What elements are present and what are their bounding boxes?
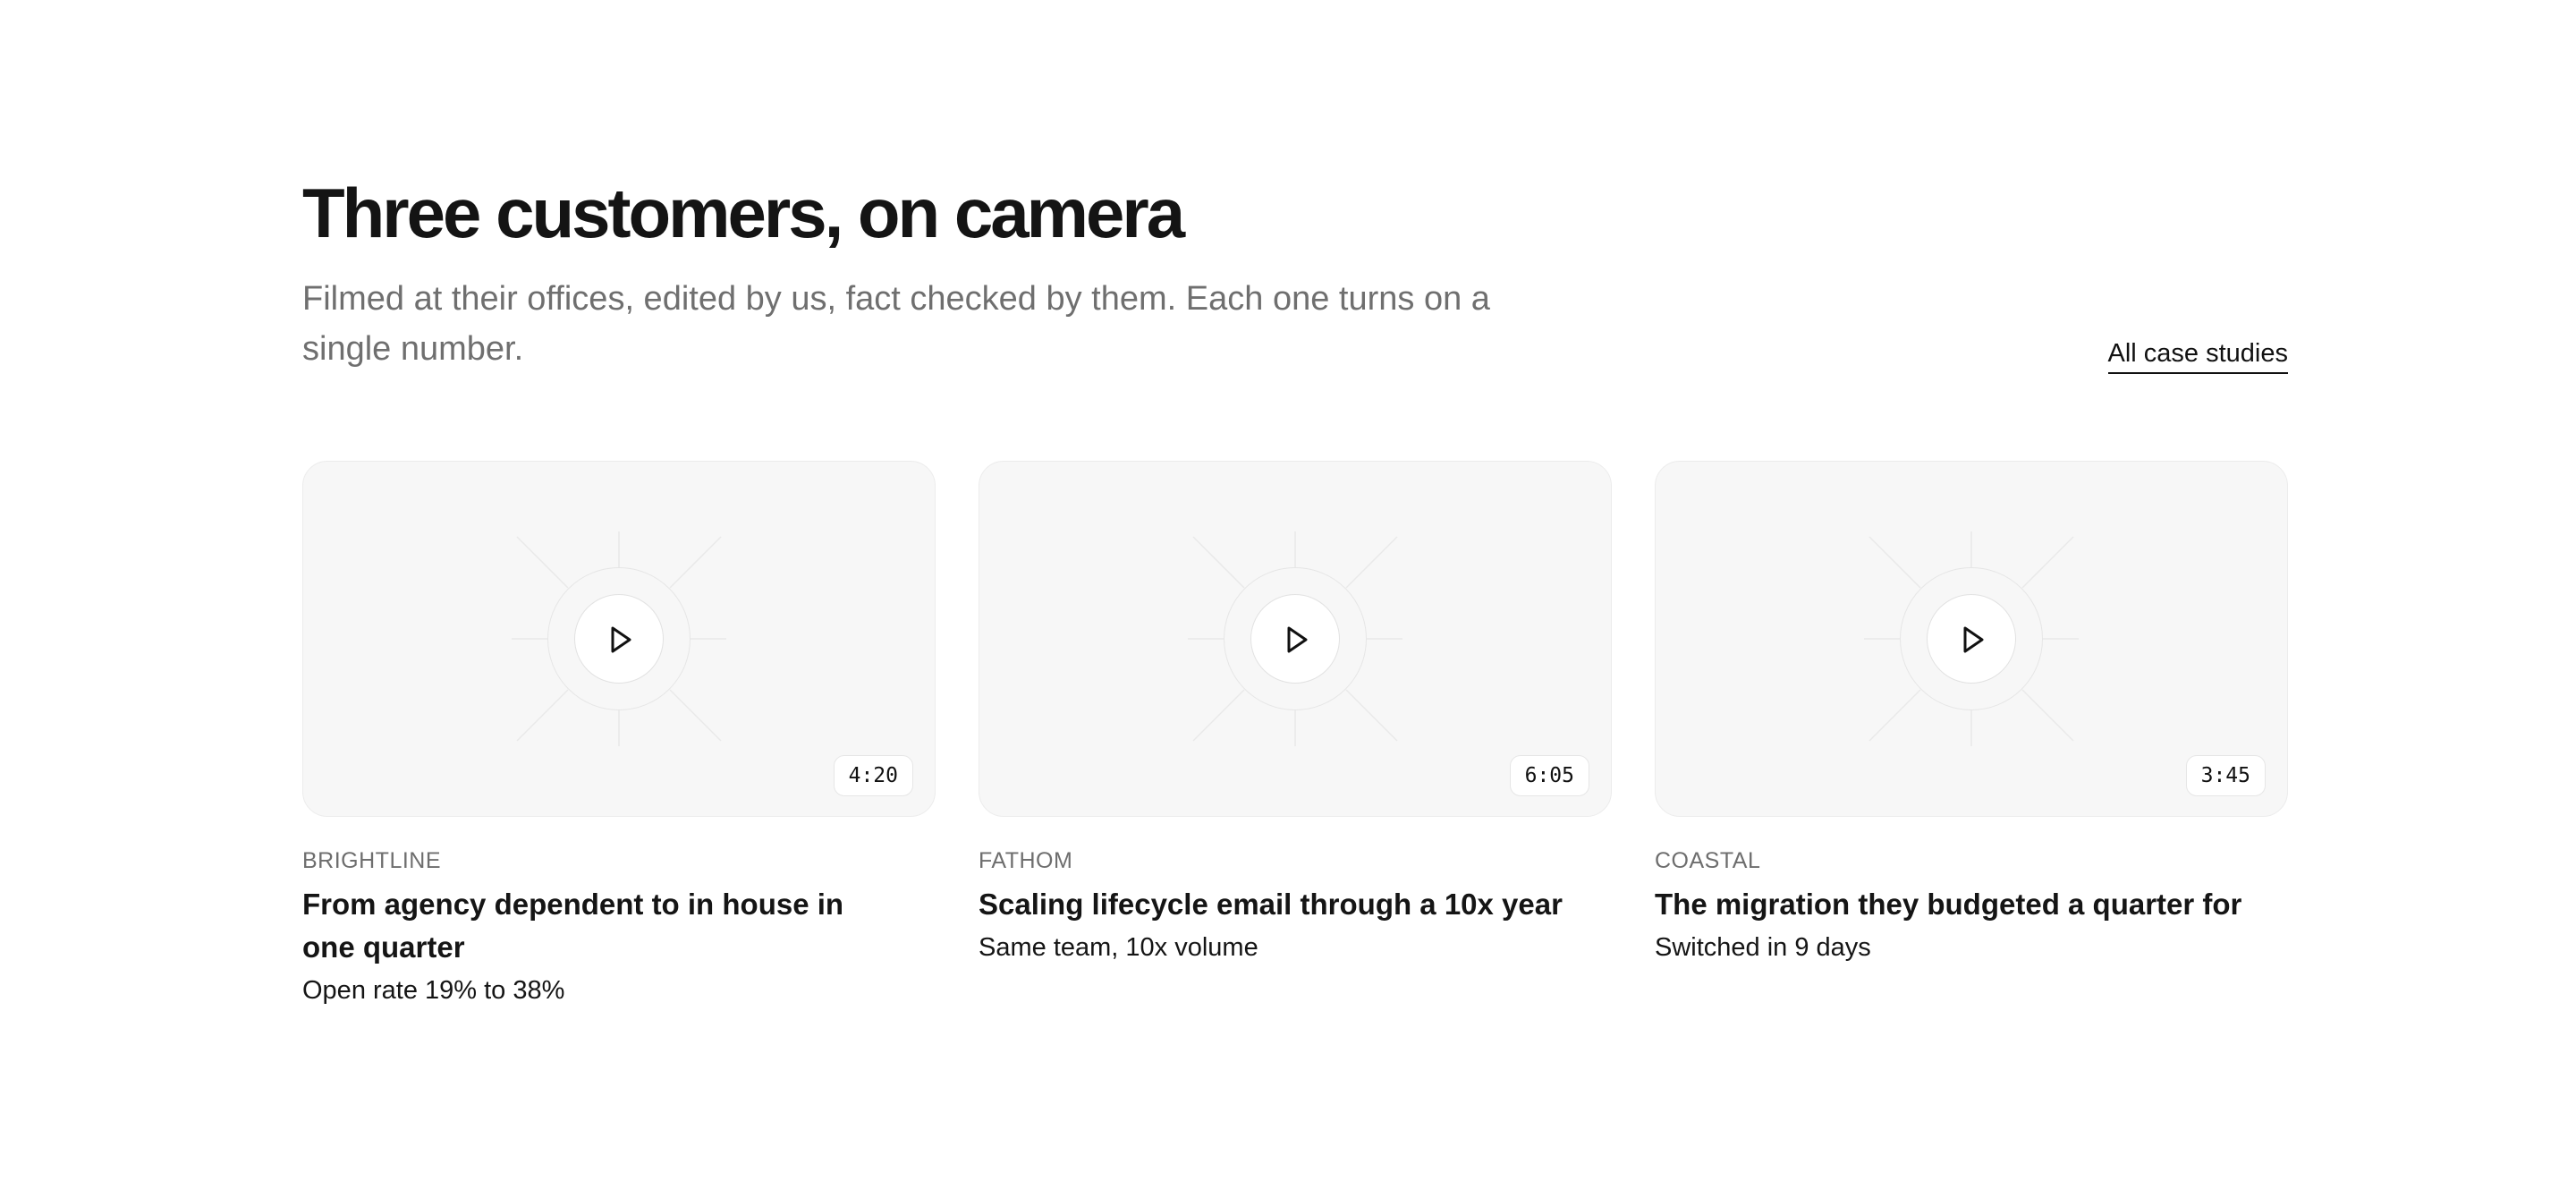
video-card: 3:45 COASTAL The migration they budgeted… <box>1655 461 2288 1087</box>
case-study-title: The migration they budgeted a quarter fo… <box>1655 883 2288 926</box>
play-icon <box>1963 626 1984 653</box>
play-icon <box>1287 626 1308 653</box>
video-thumbnail[interactable]: 6:05 <box>979 461 1612 817</box>
video-card: 4:20 BRIGHTLINE From agency dependent to… <box>302 461 936 1087</box>
key-metric: Open rate 19% to 38% <box>302 976 565 1005</box>
video-duration-badge: 3:45 <box>2185 755 2266 796</box>
case-study-link[interactable]: From agency dependent to in house in one… <box>302 888 843 964</box>
company-name: FATHOM <box>979 848 1073 873</box>
video-thumbnail[interactable]: 4:20 <box>302 461 936 817</box>
play-icon <box>611 626 631 653</box>
section-title: Three customers, on camera <box>302 174 1185 252</box>
key-metric: Same team, 10x volume <box>979 933 1258 962</box>
play-button[interactable] <box>1927 594 2016 684</box>
case-study-title: From agency dependent to in house in one… <box>302 883 875 969</box>
video-duration-badge: 6:05 <box>1509 755 1589 796</box>
customer-videos-section: Three customers, on camera Filmed at the… <box>302 0 2288 1181</box>
video-card-list: 4:20 BRIGHTLINE From agency dependent to… <box>302 461 2288 1087</box>
case-study-link[interactable]: The migration they budgeted a quarter fo… <box>1655 888 2241 921</box>
video-duration-badge: 4:20 <box>833 755 913 796</box>
section-subtitle: Filmed at their offices, edited by us, f… <box>302 280 1490 368</box>
company-name: BRIGHTLINE <box>302 848 442 873</box>
case-study-link[interactable]: Scaling lifecycle email through a 10x ye… <box>979 888 1563 921</box>
case-study-title: Scaling lifecycle email through a 10x ye… <box>979 883 1612 926</box>
section-header: Three customers, on camera Filmed at the… <box>302 161 2288 376</box>
play-button[interactable] <box>574 594 664 684</box>
all-case-studies-link[interactable]: All case studies <box>2107 336 2288 374</box>
key-metric: Switched in 9 days <box>1655 933 1871 962</box>
play-button[interactable] <box>1250 594 1340 684</box>
video-thumbnail[interactable]: 3:45 <box>1655 461 2288 817</box>
company-name: COASTAL <box>1655 848 1761 873</box>
video-card: 6:05 FATHOM Scaling lifecycle email thro… <box>979 461 1612 1087</box>
